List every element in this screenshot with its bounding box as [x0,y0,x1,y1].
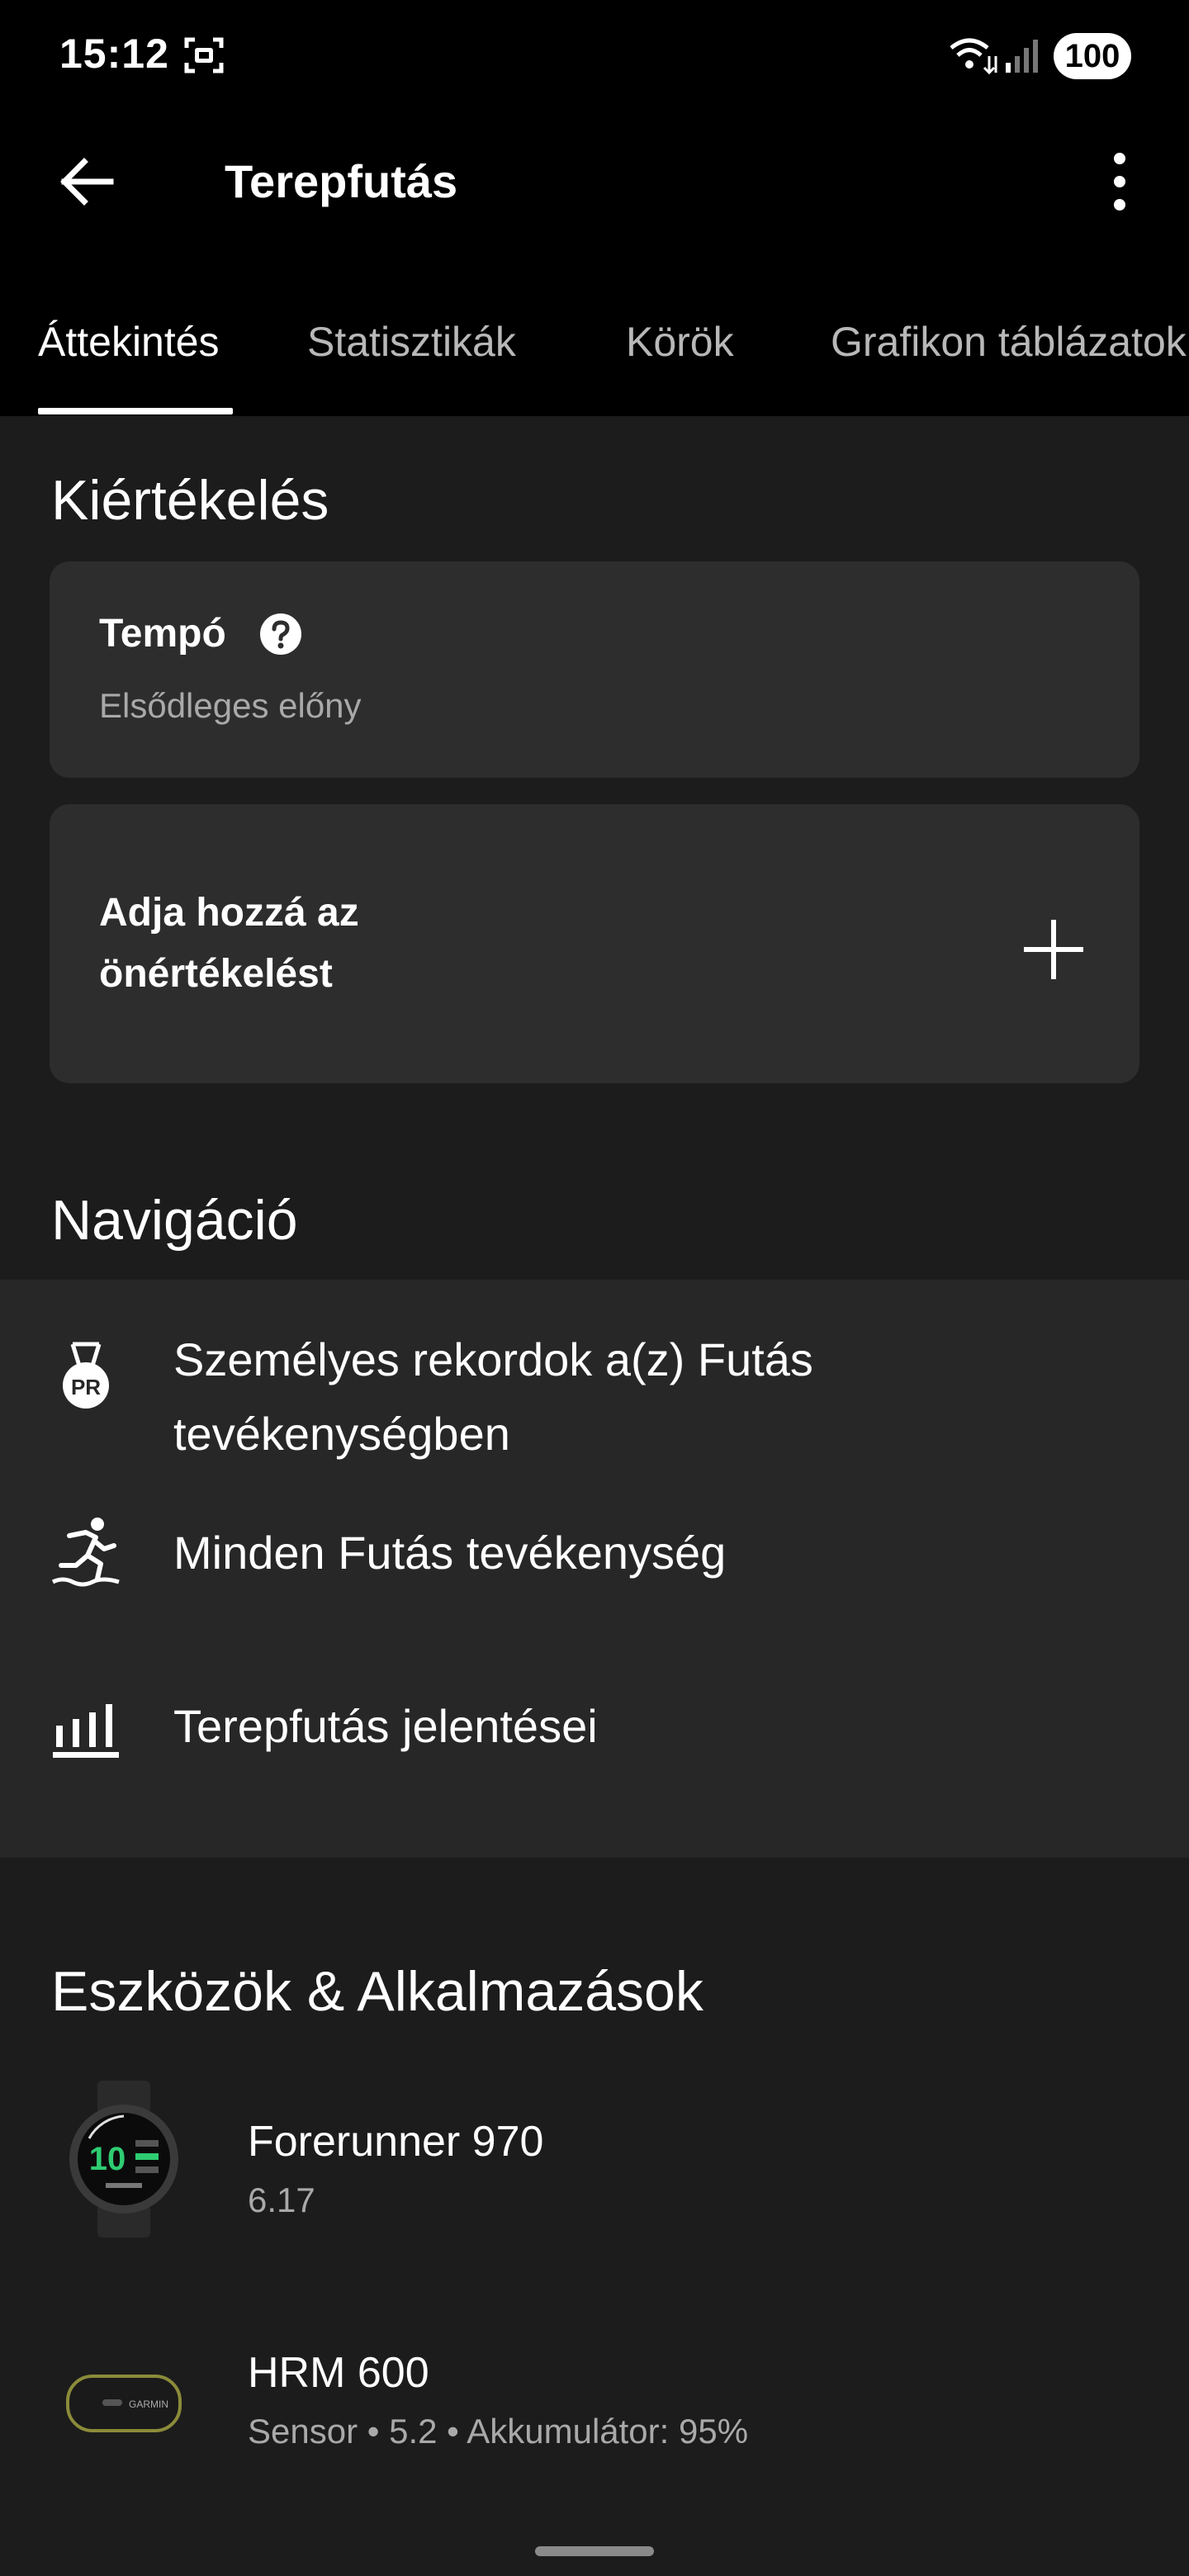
watch-image: 10 [69,2081,178,2237]
more-options-icon[interactable] [1103,150,1136,213]
bar-chart-icon [53,1704,119,1758]
device-hrm-600[interactable]: GARMIN HRM 600 Sensor • 5.2 • Akkumuláto… [0,2320,1189,2551]
app-bar: Terepfutás [0,116,1189,248]
screenshot-icon [184,37,224,73]
self-eval-line2: önértékelést [99,952,333,996]
plus-icon[interactable] [1022,918,1085,981]
tab-statistics[interactable]: Statisztikák [307,317,516,367]
tempo-card[interactable]: Tempó Elsődleges előny [50,561,1139,778]
watch-number: 10 [89,2141,126,2177]
active-tab-indicator [38,408,233,414]
status-bar: 15:12 100 [0,0,1189,116]
nav-label-reports: Terepfutás jelentései [173,1700,598,1752]
device-name-hrm: HRM 600 [248,2349,429,2397]
status-time: 15:12 [59,31,169,77]
pr-medal-icon: PR [63,1342,109,1409]
home-indicator[interactable] [535,2546,654,2556]
tab-overview[interactable]: Áttekintés [38,317,220,367]
nav-item-personal-records[interactable]: PR Személyes rekordok a(z) Futás tevéken… [0,1280,1189,1470]
devices-heading: Eszközök & Alkalmazások [51,1960,703,2023]
hrm-sensor-image: GARMIN [66,2375,182,2432]
navigation-heading: Navigáció [51,1189,298,1252]
help-icon[interactable] [259,613,302,656]
evaluation-heading: Kiértékelés [51,469,329,532]
signal-icon [1006,40,1038,73]
nav-item-all-running[interactable]: Minden Futás tevékenység [0,1470,1189,1643]
tempo-title: Tempó [99,612,226,656]
nav-label-records-line1: Személyes rekordok a(z) Futás [173,1333,813,1385]
device-forerunner-970[interactable]: 10 Forerunner 970 6.17 [0,2072,1189,2304]
back-arrow-icon[interactable] [56,152,116,211]
wifi-icon [950,38,997,75]
device-detail-hrm: Sensor • 5.2 • Akkumulátor: 95% [248,2412,749,2451]
tab-bar: Áttekintés Statisztikák Körök Grafikon t… [0,248,1189,416]
device-name-forerunner: Forerunner 970 [248,2118,544,2166]
battery-indicator: 100 [1054,33,1131,79]
tab-charts[interactable]: Grafikon táblázatok [831,317,1187,367]
pr-text: PR [71,1375,101,1399]
self-eval-line1: Adja hozzá az [99,891,359,935]
nav-label-all-running: Minden Futás tevékenység [173,1527,727,1579]
tempo-subtitle: Elsődleges előny [99,686,362,725]
running-icon [51,1518,120,1587]
tab-laps[interactable]: Körök [626,317,734,367]
nav-item-reports[interactable]: Terepfutás jelentései [0,1643,1189,1825]
navigation-list: PR Személyes rekordok a(z) Futás tevéken… [0,1280,1189,1858]
add-self-evaluation-card[interactable]: Adja hozzá az önértékelést [50,804,1139,1083]
device-version-forerunner: 6.17 [248,2181,315,2219]
hrm-brand-text: GARMIN [129,2398,168,2410]
page-title: Terepfutás [225,155,458,207]
nav-label-records-line2: tevékenységben [173,1408,510,1460]
